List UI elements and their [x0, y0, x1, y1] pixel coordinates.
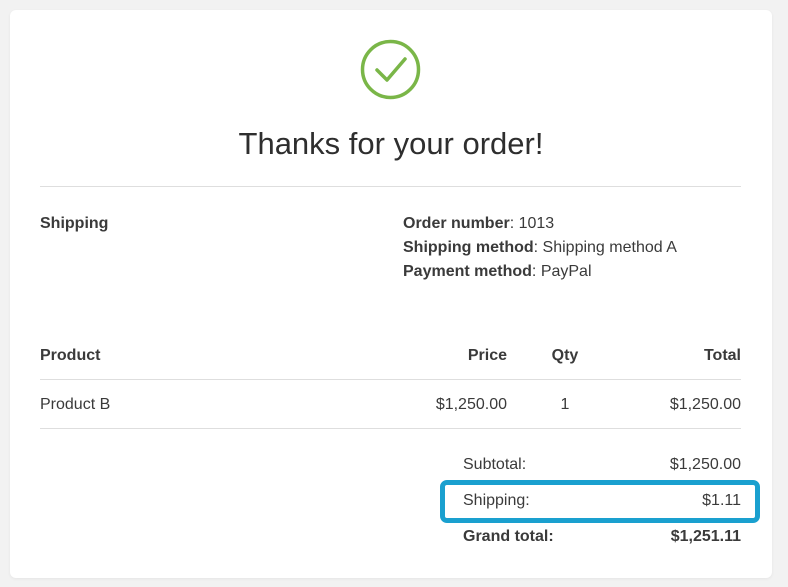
column-header-price: Price [467, 347, 507, 364]
table-header-divider [40, 379, 741, 380]
subtotal-value: $1,250.00 [669, 456, 741, 473]
subtotal-label: Subtotal: [463, 456, 527, 473]
shipping-method-label: Shipping method [403, 239, 534, 256]
payment-method-value: PayPal [540, 263, 592, 280]
table-row-divider [40, 428, 741, 429]
payment-method-label: Payment method [403, 263, 532, 280]
shipping-highlight-box [440, 480, 760, 523]
shipping-method-value: Shipping method A [542, 239, 677, 256]
page-title: Thanks for your order! [238, 126, 544, 161]
column-header-product: Product [40, 347, 101, 364]
column-header-qty: Qty [551, 347, 579, 364]
column-header-total: Total [703, 347, 741, 364]
grand-total-value: $1,251.11 [670, 528, 741, 545]
divider [40, 186, 741, 187]
shipping-method-line: Shipping method: Shipping method A [403, 239, 677, 256]
order-number-label: Order number [403, 215, 510, 232]
row-total: $1,250.00 [669, 396, 741, 413]
row-qty: 1 [560, 396, 570, 413]
shipping-heading: Shipping [40, 215, 109, 232]
order-number-line: Order number: 1013 [403, 215, 555, 232]
check-circle-icon [360, 39, 421, 100]
payment-method-line: Payment method: PayPal [403, 263, 592, 280]
grand-total-label: Grand total: [463, 528, 554, 545]
order-number-value: 1013 [518, 215, 555, 232]
row-price: $1,250.00 [435, 396, 507, 413]
order-confirmation-card: Thanks for your order! Shipping Order nu… [10, 10, 772, 578]
row-product: Product B [40, 396, 111, 413]
